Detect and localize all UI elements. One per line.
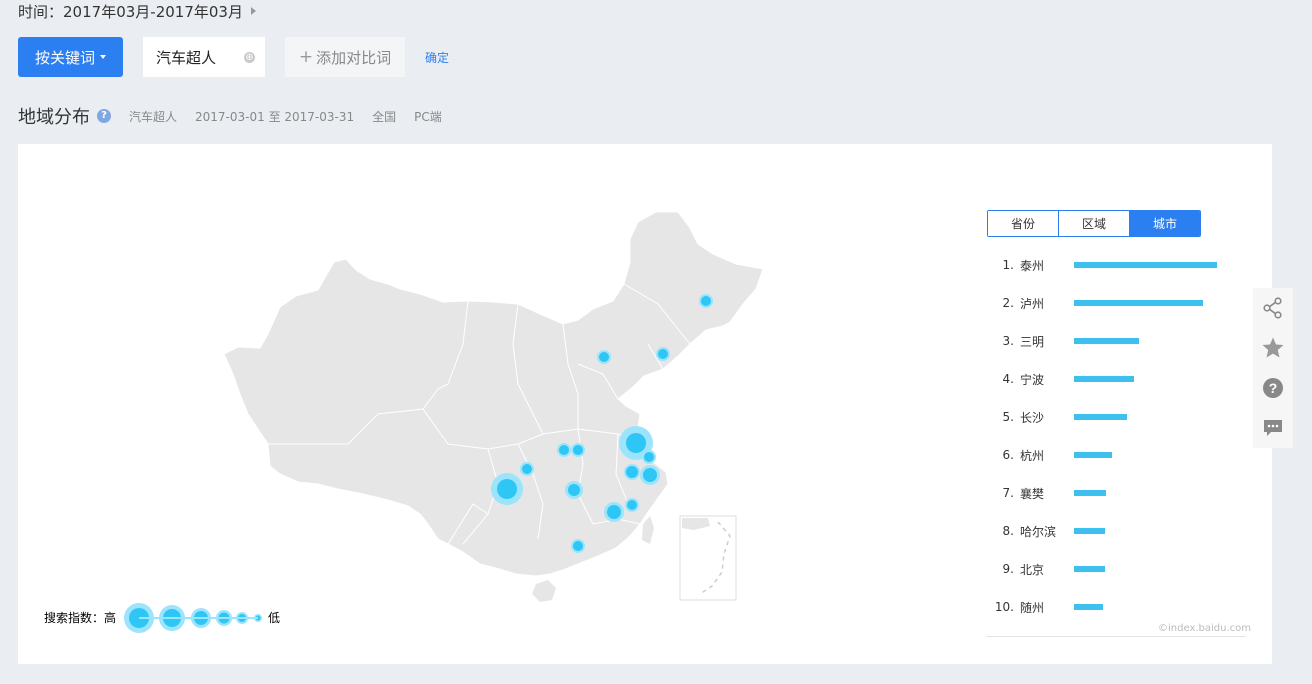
- keyword-input[interactable]: 汽车超人 ⊕: [143, 37, 265, 77]
- city-bubble: [497, 479, 517, 499]
- city-name: 杭州: [1020, 448, 1045, 463]
- add-compare-label: 添加对比词: [316, 48, 392, 67]
- watermark: ©index.baidu.com: [1158, 623, 1252, 634]
- rank-number: 6.: [1002, 448, 1014, 462]
- hainan-shape: [532, 580, 556, 602]
- city-bubble: [522, 464, 532, 474]
- list-item[interactable]: 5. 长沙: [986, 398, 1246, 436]
- list-item[interactable]: 4. 宁波: [986, 360, 1246, 398]
- time-value: 2017年03月-2017年03月: [63, 2, 243, 21]
- divider: [986, 636, 1246, 637]
- index-bar: [1074, 262, 1217, 268]
- legend-label: 搜索指数：高: [44, 610, 116, 625]
- legend-low-label: 低: [268, 611, 280, 625]
- city-name: 随州: [1020, 600, 1045, 615]
- china-map[interactable]: 搜索指数：高 低: [18, 144, 978, 664]
- city-name: 三明: [1020, 334, 1045, 349]
- meta-region: 全国: [372, 109, 397, 124]
- index-bar: [1074, 528, 1105, 534]
- time-filter[interactable]: 时间： 2017年03月-2017年03月: [18, 0, 256, 22]
- city-name: 哈尔滨: [1020, 524, 1057, 539]
- rank-number: 3.: [1002, 334, 1014, 348]
- list-item[interactable]: 10. 随州: [986, 588, 1246, 626]
- city-bubble: [626, 433, 646, 453]
- meta-device: PC端: [414, 109, 442, 124]
- rank-number: 2.: [1002, 296, 1014, 310]
- city-ranking-list: 1. 泰州 2. 泸州 3. 三明 4. 宁波 5. 长沙 6. 杭州 7. 襄…: [986, 246, 1246, 626]
- view-tabs: 省份 区域 城市: [987, 210, 1201, 237]
- rank-number: 9.: [1002, 562, 1014, 576]
- index-bar: [1074, 376, 1134, 382]
- add-compare-button[interactable]: + 添加对比词: [285, 37, 405, 77]
- region-panel: 搜索指数：高 低 省份 区域 城市 1. 泰州 2. 泸州 3. 三明 4. 宁…: [18, 144, 1272, 664]
- tab-city[interactable]: 城市: [1129, 211, 1200, 236]
- city-bubble: [644, 452, 654, 462]
- tab-province[interactable]: 省份: [988, 211, 1058, 236]
- list-item[interactable]: 3. 三明: [986, 322, 1246, 360]
- confirm-link[interactable]: 确定: [425, 49, 449, 66]
- city-bubble: [627, 500, 637, 510]
- list-item[interactable]: 9. 北京: [986, 550, 1246, 588]
- rank-number: 1.: [1002, 258, 1014, 272]
- list-item[interactable]: 7. 襄樊: [986, 474, 1246, 512]
- taiwan-shape: [642, 516, 654, 544]
- list-item[interactable]: 6. 杭州: [986, 436, 1246, 474]
- index-bar: [1074, 604, 1103, 610]
- side-toolbar: ?: [1253, 288, 1293, 448]
- comment-icon[interactable]: [1253, 408, 1293, 448]
- index-bar: [1074, 414, 1127, 420]
- meta-keyword: 汽车超人: [129, 109, 178, 124]
- city-name: 北京: [1020, 562, 1045, 577]
- rank-number: 4.: [1002, 372, 1014, 386]
- rank-number: 5.: [1002, 410, 1014, 424]
- list-item[interactable]: 1. 泰州: [986, 246, 1246, 284]
- star-icon[interactable]: [1253, 328, 1293, 368]
- city-name: 泰州: [1020, 258, 1045, 273]
- city-bubble: [643, 468, 657, 482]
- city-bubble: [573, 541, 583, 551]
- help-icon[interactable]: ?: [1253, 368, 1293, 408]
- index-bar: [1074, 452, 1112, 458]
- city-bubble: [573, 445, 583, 455]
- section-header: 地域分布 ? 汽车超人 2017-03-01 至 2017-03-31 全国 P…: [18, 103, 442, 129]
- rank-number: 8.: [1002, 524, 1014, 538]
- city-name: 宁波: [1020, 372, 1045, 387]
- keyword-button-label: 按关键词: [34, 48, 95, 67]
- index-bar: [1074, 566, 1105, 572]
- index-bar: [1074, 338, 1139, 344]
- help-icon[interactable]: ?: [97, 109, 111, 123]
- city-name: 泸州: [1020, 296, 1045, 311]
- caret-right-icon: [250, 7, 256, 15]
- plus-icon: +: [298, 47, 314, 67]
- city-name: 襄樊: [1020, 486, 1045, 501]
- caret-down-icon: [100, 55, 106, 59]
- list-item[interactable]: 2. 泸州: [986, 284, 1246, 322]
- city-bubble: [559, 445, 569, 455]
- keyword-value: 汽车超人: [156, 48, 217, 67]
- share-icon[interactable]: [1253, 288, 1293, 328]
- svg-text:?: ?: [1269, 380, 1278, 396]
- legend-bubbles: [124, 603, 262, 633]
- city-bubble: [607, 505, 621, 519]
- city-bubble: [626, 466, 638, 478]
- tab-region[interactable]: 区域: [1058, 211, 1129, 236]
- list-item[interactable]: 8. 哈尔滨: [986, 512, 1246, 550]
- city-name: 长沙: [1020, 410, 1045, 425]
- index-bar: [1074, 300, 1203, 306]
- index-bar: [1074, 490, 1106, 496]
- clear-icon[interactable]: ⊕: [244, 52, 255, 63]
- rank-number: 7.: [1002, 486, 1014, 500]
- city-bubble: [658, 349, 668, 359]
- section-title: 地域分布: [18, 107, 90, 128]
- keyword-dropdown-button[interactable]: 按关键词: [18, 37, 123, 77]
- city-bubble: [701, 296, 711, 306]
- rank-number: 10.: [994, 600, 1014, 614]
- time-label: 时间：: [18, 2, 64, 21]
- meta-date-range: 2017-03-01 至 2017-03-31: [195, 109, 355, 124]
- city-bubble: [568, 484, 580, 496]
- city-bubble: [599, 352, 609, 362]
